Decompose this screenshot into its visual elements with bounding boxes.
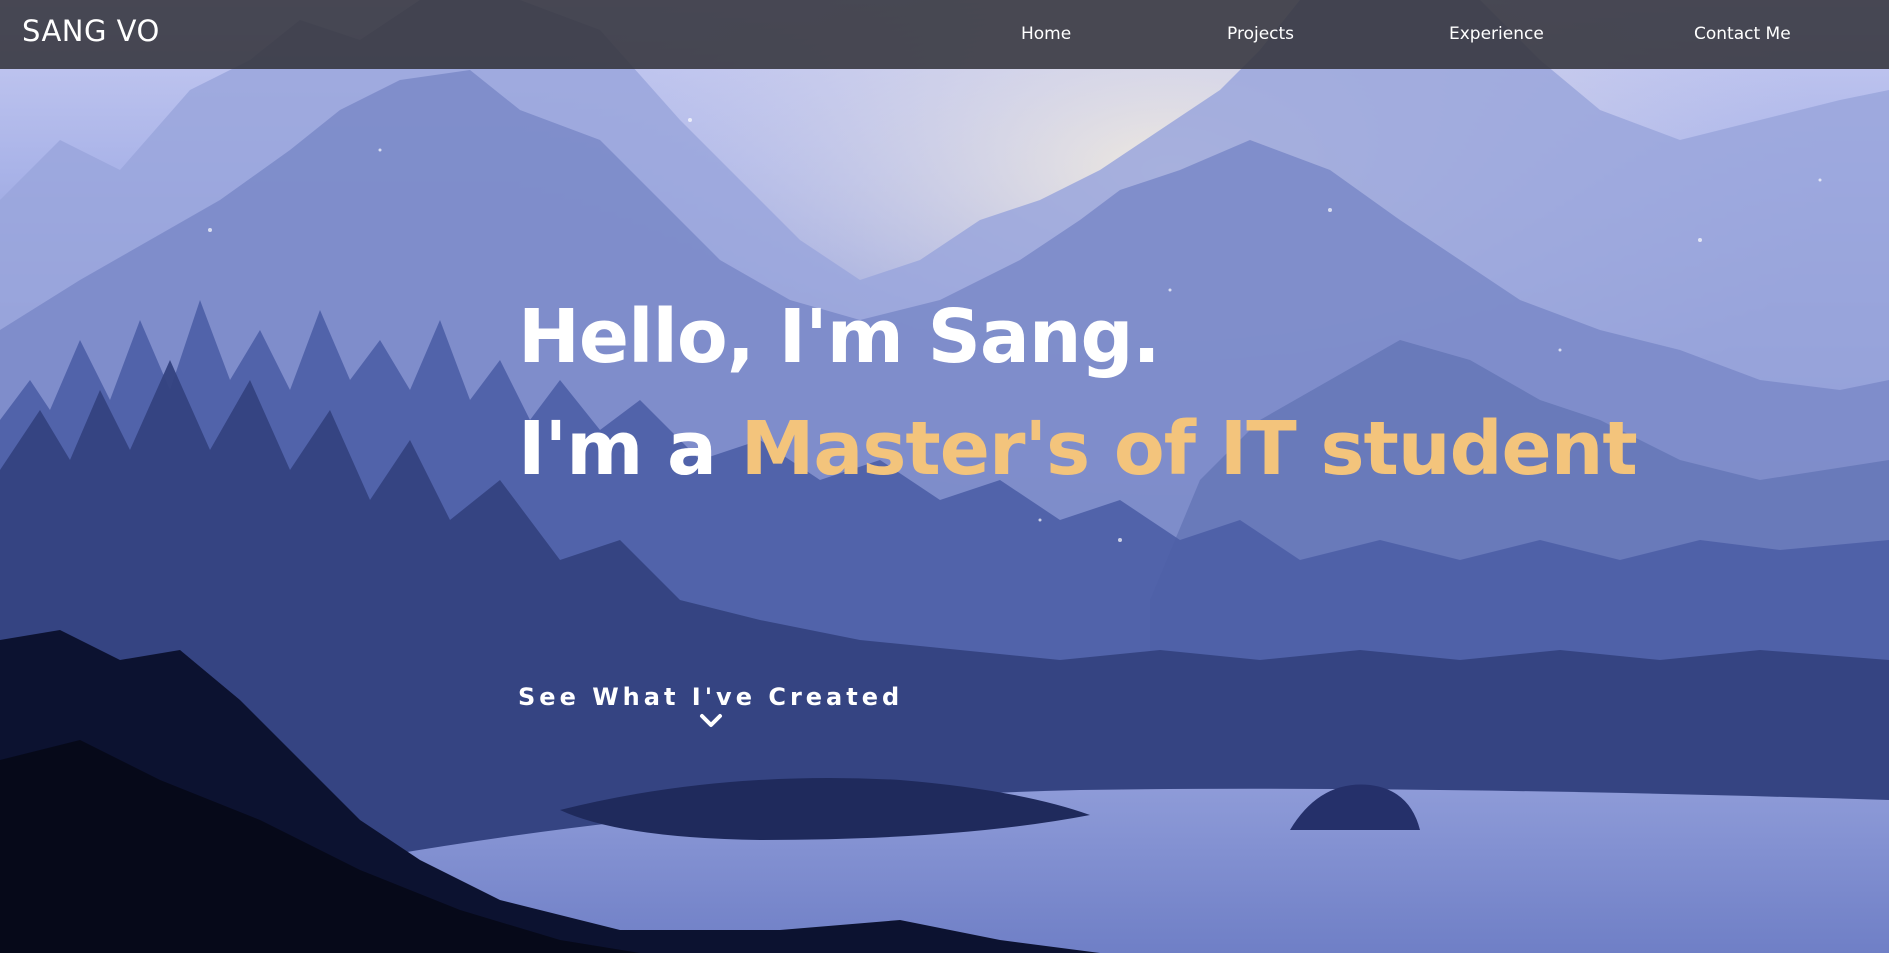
see-work-button[interactable]: See What I've Created (518, 683, 903, 729)
page: SANG VO Home Projects Experience Contact… (0, 0, 1889, 953)
nav-link-home[interactable]: Home (1021, 24, 1071, 44)
hero-greeting: Hello, I'm Sang. (518, 294, 1161, 380)
chevron-down-icon[interactable] (699, 713, 723, 729)
hero-headline: Hello, I'm Sang. I'm a Master's of IT st… (518, 294, 1638, 486)
top-navbar: SANG VO Home Projects Experience Contact… (0, 0, 1889, 69)
brand-logo[interactable]: SANG VO (22, 14, 160, 48)
nav-link-experience[interactable]: Experience (1449, 24, 1544, 44)
see-work-label: See What I've Created (518, 683, 904, 711)
nav-link-contact[interactable]: Contact Me (1694, 24, 1791, 44)
nav-link-projects[interactable]: Projects (1227, 24, 1294, 44)
hero-role-highlight: Master's of IT student (740, 406, 1638, 492)
hero-role-prefix: I'm a (518, 406, 741, 492)
hero-role-line: I'm a Master's of IT student (518, 412, 1638, 486)
